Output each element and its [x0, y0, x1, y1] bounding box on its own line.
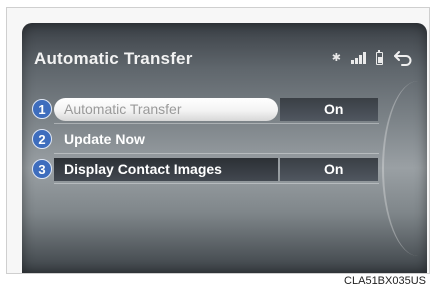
display-contact-images-button[interactable]: Display Contact Images [54, 158, 278, 181]
figure-code: CLA51BX035US [344, 275, 426, 287]
figure-frame: Automatic Transfer ✱ 1 Automatic Transfe… [6, 7, 430, 274]
automatic-transfer-button[interactable]: Automatic Transfer [54, 98, 278, 121]
update-now-button[interactable]: Update Now [54, 128, 278, 151]
back-icon[interactable] [393, 50, 413, 66]
callout-badge: 1 [32, 99, 52, 119]
status-bar: ✱ [332, 49, 413, 67]
divider [54, 183, 379, 184]
list-item-update-now[interactable]: 2 Update Now [22, 127, 427, 155]
battery-icon [376, 49, 383, 65]
list-item-automatic-transfer[interactable]: 1 Automatic Transfer On [22, 97, 427, 125]
callout-badge: 2 [32, 129, 52, 149]
divider [54, 123, 379, 124]
list-item-display-contact-images[interactable]: 3 Display Contact Images On [22, 157, 427, 185]
callout-badge: 3 [32, 159, 52, 179]
display-contact-images-value[interactable]: On [280, 158, 378, 181]
display-screen: Automatic Transfer ✱ 1 Automatic Transfe… [22, 23, 427, 273]
screen-header: Automatic Transfer ✱ [22, 23, 427, 77]
automatic-transfer-value[interactable]: On [280, 98, 378, 121]
screen-title: Automatic Transfer [34, 49, 193, 68]
signal-icon [351, 52, 366, 64]
bluetooth-icon: ✱ [331, 51, 341, 64]
divider [54, 153, 379, 154]
